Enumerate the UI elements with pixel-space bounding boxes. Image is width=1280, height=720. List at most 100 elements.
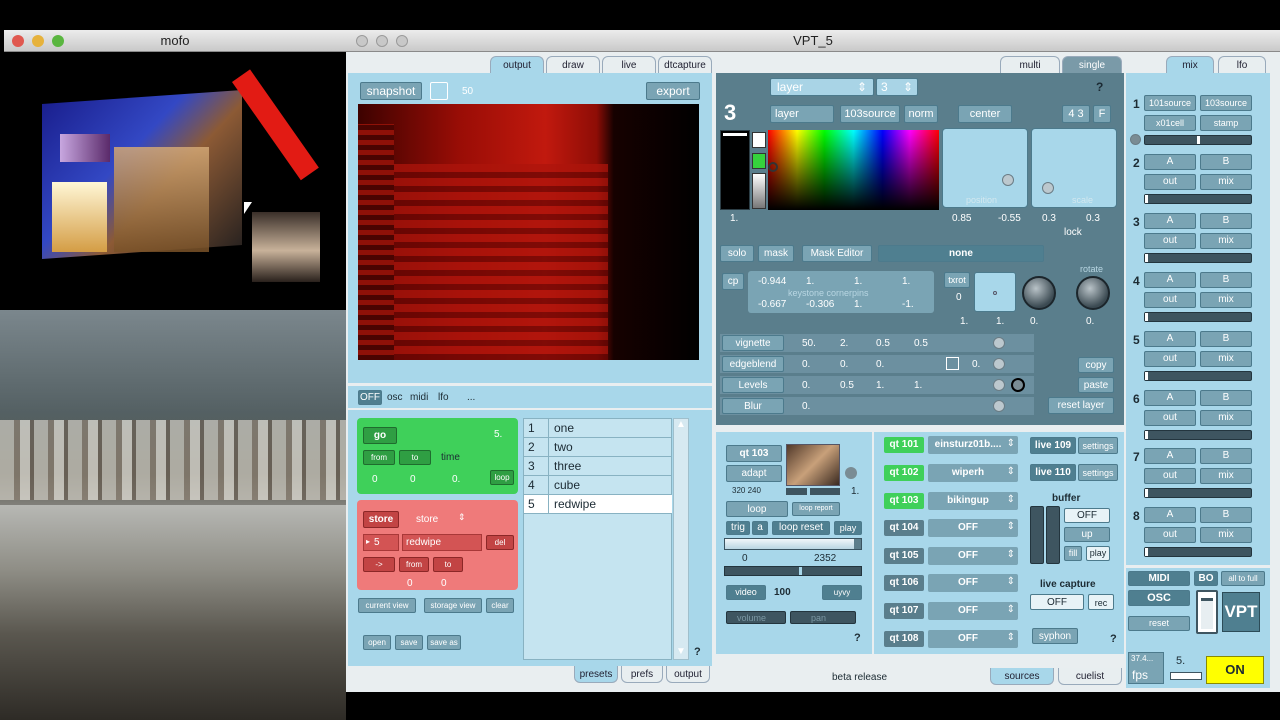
mix-out-button[interactable]: out: [1144, 527, 1196, 543]
mofo-canvas[interactable]: [4, 52, 346, 310]
tab-live[interactable]: live: [602, 56, 656, 74]
fx-edgeblend-val-3[interactable]: 0.: [876, 359, 884, 370]
fx-levels-val-2[interactable]: 0.5: [840, 380, 854, 391]
qt-range-end[interactable]: 2352: [814, 553, 836, 564]
mix-mode-button[interactable]: mix: [1200, 292, 1252, 308]
osc-button[interactable]: OSC: [1128, 590, 1190, 606]
mofo-titlebar[interactable]: mofo: [4, 30, 346, 52]
qt-name-button[interactable]: qt 103: [726, 445, 782, 462]
corner-3[interactable]: 1.: [854, 276, 862, 287]
control-off[interactable]: OFF: [358, 390, 382, 405]
fx-vignette-button[interactable]: vignette: [722, 335, 784, 351]
layer-number-select[interactable]: 3 ⇕: [876, 78, 918, 96]
fx-levels-toggle[interactable]: [993, 379, 1005, 391]
control-more[interactable]: ...: [467, 392, 475, 403]
color-white-swatch[interactable]: [752, 132, 766, 148]
store-to-button[interactable]: to: [433, 557, 463, 572]
source-id[interactable]: qt 103: [884, 493, 924, 509]
mix-mode-button[interactable]: mix: [1200, 410, 1252, 426]
color-green-swatch[interactable]: [752, 153, 766, 169]
fx-edgeblend-toggle[interactable]: [993, 358, 1005, 370]
live-110-button[interactable]: live 110: [1030, 464, 1076, 481]
tab-draw[interactable]: draw: [546, 56, 600, 74]
fx-vignette-val-1[interactable]: 50.: [802, 338, 816, 349]
color-gray-strip[interactable]: [752, 173, 766, 209]
close-button[interactable]: [356, 35, 368, 47]
mix-out-button[interactable]: out: [1144, 468, 1196, 484]
source-row[interactable]: qt 102 wiperh ⇕: [880, 463, 1020, 485]
live-109-settings[interactable]: settings: [1078, 437, 1118, 454]
position-y[interactable]: -0.55: [998, 213, 1021, 224]
tab-lfo[interactable]: lfo: [1218, 56, 1266, 74]
source-row[interactable]: qt 101 einsturz01b.... ⇕: [880, 435, 1020, 457]
store-select[interactable]: store: [416, 514, 438, 525]
qt-volume-value[interactable]: 100: [774, 587, 791, 598]
qt-video-button[interactable]: video: [726, 585, 766, 600]
mix-mode-button[interactable]: stamp: [1200, 115, 1252, 131]
save-as-button[interactable]: save as: [427, 635, 461, 650]
control-osc[interactable]: osc: [387, 392, 403, 403]
reset-layer-button[interactable]: reset layer: [1048, 397, 1114, 414]
qt-help-icon[interactable]: ?: [854, 632, 861, 644]
mix-fader[interactable]: [1144, 488, 1252, 498]
color-picker[interactable]: [768, 130, 939, 210]
qt-volume-slider[interactable]: volume: [726, 611, 786, 624]
qt-a-button[interactable]: a: [752, 521, 768, 535]
fx-vignette-toggle[interactable]: [993, 337, 1005, 349]
store-select-arrows[interactable]: ⇕: [458, 512, 466, 523]
qt-position-slider[interactable]: [724, 538, 862, 550]
fx-edgeblend-val-2[interactable]: 0.: [840, 359, 848, 370]
tab-mix[interactable]: mix: [1166, 56, 1214, 74]
buffer-fill-button[interactable]: fill: [1064, 546, 1082, 561]
mix-a-button[interactable]: A: [1144, 448, 1196, 464]
mix-b-button[interactable]: 103source: [1200, 95, 1252, 111]
source-id[interactable]: qt 105: [884, 548, 924, 564]
mix-out-button[interactable]: out: [1144, 410, 1196, 426]
tab-output-bottom[interactable]: output: [666, 666, 710, 683]
go-to-button[interactable]: to: [399, 450, 431, 465]
close-button[interactable]: [12, 35, 24, 47]
buffer-slider-1[interactable]: [1030, 506, 1044, 564]
fx-levels-indicator[interactable]: [1011, 378, 1025, 392]
list-item[interactable]: 3 three: [524, 457, 672, 476]
store-button[interactable]: store: [363, 511, 399, 528]
layer-field[interactable]: layer: [770, 105, 834, 123]
source-row[interactable]: qt 103 bikingup ⇕: [880, 491, 1020, 513]
fx-blur-val-1[interactable]: 0.: [802, 401, 810, 412]
position-handle[interactable]: [1002, 174, 1014, 186]
source-row[interactable]: qt 108 OFF ⇕: [880, 629, 1020, 651]
scale-y[interactable]: 0.3: [1086, 213, 1100, 224]
layer-help-icon[interactable]: ?: [1096, 80, 1103, 94]
fx-blur-button[interactable]: Blur: [722, 398, 784, 414]
source-id[interactable]: qt 101: [884, 437, 924, 453]
sources-help-icon[interactable]: ?: [1110, 633, 1117, 645]
syphon-button[interactable]: syphon: [1032, 628, 1078, 644]
snapshot-button[interactable]: snapshot: [360, 82, 422, 100]
tab-multi[interactable]: multi: [1000, 56, 1060, 74]
mix-a-button[interactable]: 101source: [1144, 95, 1196, 111]
qt-loop-button[interactable]: loop: [726, 501, 788, 517]
minimize-button[interactable]: [32, 35, 44, 47]
qt-playhead-bar[interactable]: [786, 488, 840, 495]
qt-range-slider[interactable]: [724, 566, 862, 576]
flip-button[interactable]: F: [1093, 105, 1111, 123]
tab-dtcapture[interactable]: dtcapture: [658, 56, 712, 74]
fx-levels-val-3[interactable]: 1.: [876, 380, 884, 391]
control-midi[interactable]: midi: [410, 392, 428, 403]
mix-mode-button[interactable]: mix: [1200, 468, 1252, 484]
live-capture-off-button[interactable]: OFF: [1030, 594, 1084, 610]
qt-loop-report-button[interactable]: loop report: [792, 502, 840, 516]
mix-mode-button[interactable]: mix: [1200, 174, 1252, 190]
buffer-play-button[interactable]: play: [1086, 546, 1110, 561]
mix-fader[interactable]: [1144, 547, 1252, 557]
source-field[interactable]: 103source: [840, 105, 900, 123]
tab-sources[interactable]: sources: [990, 668, 1054, 685]
store-from-button[interactable]: from: [399, 557, 429, 572]
layer-select[interactable]: layer ⇕: [770, 78, 874, 96]
go-val-3[interactable]: 0.: [452, 474, 460, 485]
fx-edgeblend-checkbox[interactable]: [946, 357, 959, 370]
mix-mode-button[interactable]: mix: [1200, 527, 1252, 543]
scroll-down-icon[interactable]: ▼: [676, 646, 686, 657]
source-row[interactable]: qt 104 OFF ⇕: [880, 518, 1020, 540]
live-109-button[interactable]: live 109: [1030, 437, 1076, 454]
